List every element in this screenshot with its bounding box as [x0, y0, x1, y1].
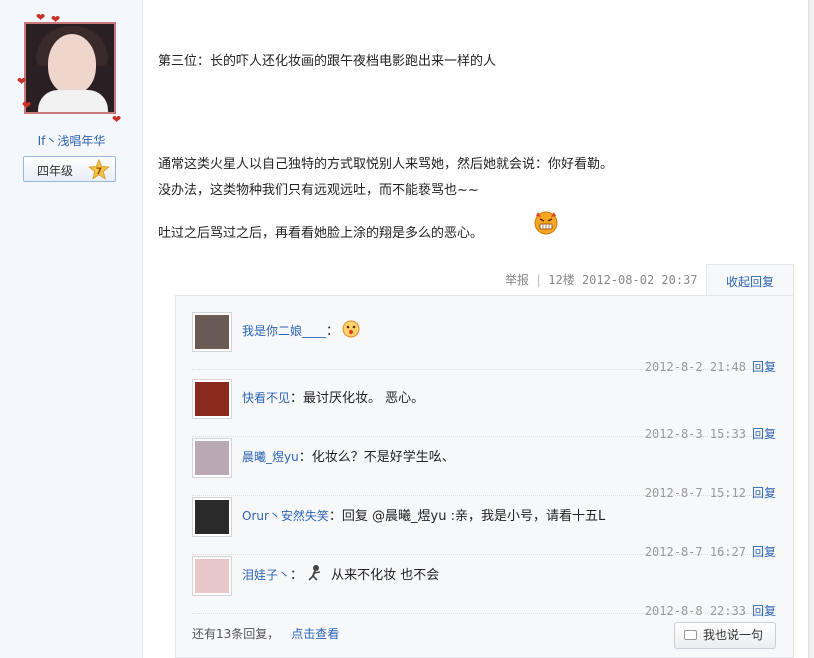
heart-decoration-icon: ❤: [51, 13, 61, 26]
more-replies: 还有13条回复， 点击查看: [192, 625, 339, 642]
heart-decoration-icon: ❤: [112, 113, 122, 126]
running-figure-emoji-icon: [308, 565, 321, 581]
reply-text: ：化妆么？不是好学生吆、: [298, 450, 455, 465]
angry-face-emoji-icon: [534, 211, 558, 235]
reply-text: ：最讨厌化妆。 恶心。: [290, 391, 425, 406]
author-avatar[interactable]: [24, 22, 116, 114]
reply-link[interactable]: 回复: [752, 360, 776, 374]
post-line: 通常这类火星人以自己独特的方式取悦别人来骂她，然后她就会说：你好看勒。: [158, 157, 614, 172]
author-name[interactable]: If丶浅唱年华: [0, 132, 143, 149]
reply-time: 2012-8-8 22:33: [644, 604, 746, 618]
grade-level-number: 7: [96, 167, 102, 177]
heart-decoration-icon: ❤: [17, 75, 27, 88]
heart-decoration-icon: ❤: [22, 99, 32, 112]
reply-item: 我是你二娘____： 2012-8-2 21:48 回复: [192, 312, 776, 374]
post-line: 没办法，这类物种我们只有远观远吐，而不能亵骂也~~: [158, 183, 479, 198]
heart-decoration-icon: ❤: [36, 11, 46, 24]
reply-link[interactable]: 回复: [752, 604, 776, 618]
post-line: 第三位：长的吓人还化妆画的跟午夜档电影跑出来一样的人: [158, 54, 497, 69]
reply-avatar[interactable]: [192, 312, 232, 352]
more-replies-count: 还有13条回复，: [192, 627, 280, 641]
post-time: 2012-08-02 20:37: [581, 273, 698, 287]
reply-avatar[interactable]: [192, 438, 232, 478]
reply-author[interactable]: 泪娃子丶: [242, 568, 290, 582]
star-level-icon: 7: [88, 159, 110, 180]
reply-text: ：回复 @晨曦_煜yu :亲，我是小号，请看十五L: [328, 509, 606, 524]
reply-item: 晨曦_煜yu：化妆么？不是好学生吆、 2012-8-7 15:12 回复: [192, 438, 776, 500]
reply-text: 从来不化妆 也不会: [327, 568, 440, 583]
grade-label: 四年级: [37, 164, 74, 178]
reply-author[interactable]: 晨曦_煜yu: [242, 450, 299, 464]
reply-author[interactable]: Orur丶安然失笑: [242, 509, 329, 523]
reply-time: 2012-8-2 21:48: [644, 360, 746, 374]
reply-prefix: ：: [290, 568, 304, 583]
reply-avatar[interactable]: [192, 379, 232, 419]
write-reply-label: 我也说一句: [703, 628, 764, 642]
post-line: 吐过之后骂过之后，再看看她脸上涂的翔是多么的恶心。: [158, 226, 484, 241]
reply-avatar[interactable]: [192, 497, 232, 537]
collapse-replies-button[interactable]: 收起回复: [706, 264, 794, 296]
speech-bubble-icon: [684, 630, 697, 640]
author-sidebar: ❤ ❤ ❤ ❤ ❤ If丶浅唱年华 四年级 7: [0, 0, 143, 658]
grade-badge[interactable]: 四年级 7: [23, 156, 116, 182]
reply-author[interactable]: 我是你二娘____: [242, 324, 326, 338]
reply-box: 我是你二娘____： 2012-8-2 21:48 回复 快看不见：最讨厌化妆。 …: [175, 295, 794, 658]
reply-item: 泪娃子丶： 从来不化妆 也不会 2012-8-8 22:33 回复: [192, 556, 776, 618]
scrollbar[interactable]: [808, 0, 814, 658]
reply-author[interactable]: 快看不见: [242, 391, 290, 405]
write-reply-button[interactable]: 我也说一句: [674, 622, 776, 649]
floor-number: 12楼: [548, 273, 575, 287]
view-more-link[interactable]: 点击查看: [291, 627, 339, 641]
reply-avatar[interactable]: [192, 556, 232, 596]
surprised-face-emoji-icon: [342, 320, 360, 338]
reply-item: Orur丶安然失笑：回复 @晨曦_煜yu :亲，我是小号，请看十五L 2012-…: [192, 497, 776, 559]
reply-item: 快看不见：最讨厌化妆。 恶心。 2012-8-3 15:33 回复: [192, 379, 776, 441]
reply-text: ：: [326, 324, 340, 339]
report-link[interactable]: 举报: [505, 273, 529, 287]
post-meta: 举报 | 12楼 2012-08-02 20:37: [505, 273, 698, 287]
